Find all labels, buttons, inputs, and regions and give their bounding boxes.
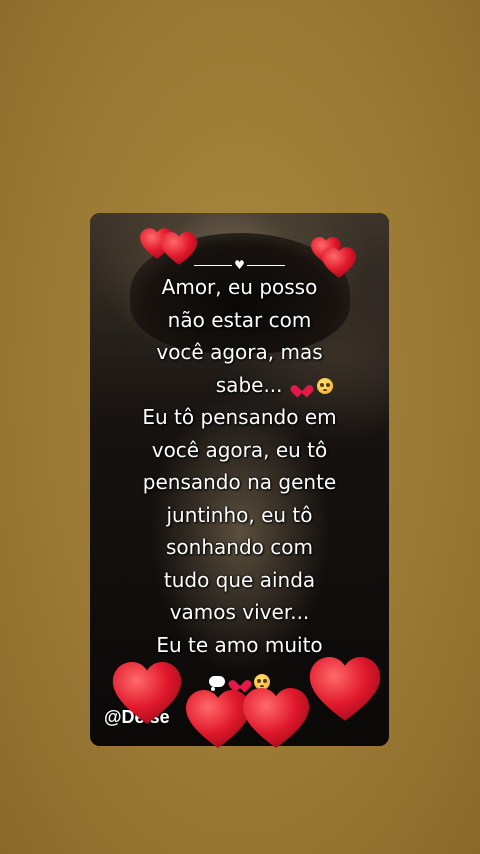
- message-line: Eu tô pensando em: [142, 405, 337, 429]
- thought-bubble-icon: [209, 676, 226, 691]
- message-line: você agora, mas: [156, 340, 323, 364]
- message-line: tudo que ainda: [163, 567, 316, 592]
- message-line: você agora, eu tô: [151, 437, 328, 462]
- message-line: sabe...: [215, 372, 283, 397]
- message-line: sonhando com: [166, 535, 313, 559]
- pleading-face-icon: [317, 378, 334, 394]
- message-line: pensando na gente: [142, 470, 337, 494]
- heart-icon: [308, 657, 382, 723]
- message-line-with-emoji: sabe...: [90, 369, 389, 402]
- heart-icon: [160, 232, 198, 266]
- red-heart-icon: [233, 675, 247, 688]
- message-line: não estar com: [167, 307, 312, 332]
- heart-icon: [240, 688, 312, 750]
- heart-icon: [322, 247, 356, 279]
- heart-icon: [112, 662, 182, 726]
- red-heart-icon: [295, 380, 309, 393]
- message-line: vamos viver...: [169, 600, 310, 624]
- love-message: Amor, eu posso não estar com você agora,…: [90, 271, 389, 661]
- message-line: juntinho, eu tô: [166, 502, 313, 527]
